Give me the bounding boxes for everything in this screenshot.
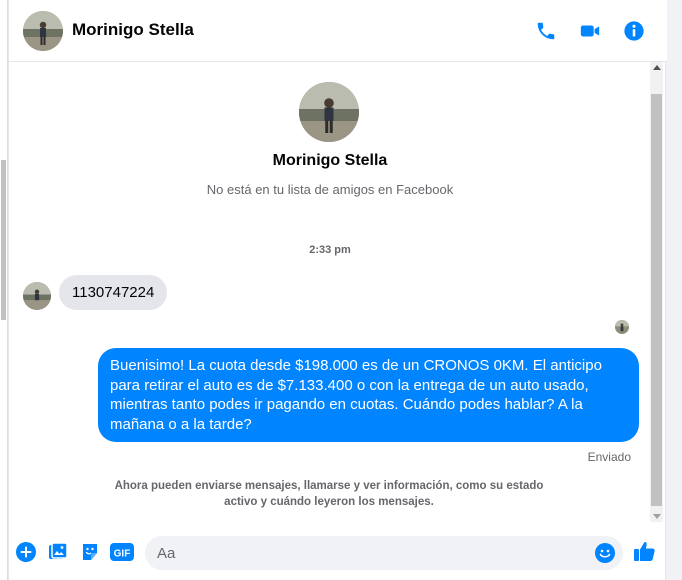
- message-input[interactable]: Aa: [145, 536, 623, 570]
- left-scrollbar[interactable]: [1, 160, 6, 320]
- chat-window: Morinigo Stella Morinigo Stella No está …: [8, 0, 667, 580]
- info-button[interactable]: [619, 16, 649, 46]
- emoji-icon[interactable]: [595, 543, 615, 563]
- more-actions-button[interactable]: [15, 541, 37, 563]
- profile-name[interactable]: Morinigo Stella: [9, 152, 651, 170]
- left-edge-panel: [0, 0, 8, 580]
- video-call-button[interactable]: [575, 16, 605, 46]
- delivery-status: Enviado: [587, 450, 631, 464]
- like-icon[interactable]: [633, 539, 657, 563]
- seen-indicator-avatar: [615, 320, 629, 334]
- message-list[interactable]: Morinigo Stella No está en tu lista de a…: [9, 62, 667, 524]
- privacy-notice: Ahora pueden enviarse mensajes, llamarse…: [114, 480, 544, 508]
- photo-icon: [49, 542, 68, 559]
- sticker-button[interactable]: [79, 541, 101, 563]
- contact-name[interactable]: Morinigo Stella: [72, 20, 194, 40]
- chat-header: Morinigo Stella: [9, 0, 667, 62]
- scroll-up-arrow[interactable]: [653, 65, 661, 70]
- contact-avatar[interactable]: [23, 11, 63, 51]
- phone-button[interactable]: [531, 16, 561, 46]
- message-scrollbar[interactable]: [650, 62, 663, 522]
- profile-avatar[interactable]: [299, 82, 359, 142]
- attach-photo-button[interactable]: [47, 541, 69, 563]
- message-timestamp: 2:33 pm: [309, 244, 351, 256]
- sticker-icon: [83, 544, 97, 560]
- gif-button[interactable]: GIF: [109, 541, 135, 563]
- friend-status-text: No está en tu lista de amigos en Faceboo…: [206, 182, 454, 197]
- scroll-thumb[interactable]: [651, 94, 662, 506]
- info-icon: [624, 21, 644, 41]
- composer-bar: GIF Aa: [9, 528, 667, 576]
- plus-icon: [16, 542, 36, 562]
- gif-label: GIF: [114, 549, 131, 560]
- sender-avatar[interactable]: [23, 282, 51, 310]
- outgoing-message-bubble[interactable]: Buenisimo! La cuota desde $198.000 es de…: [98, 348, 639, 442]
- gif-icon: GIF: [110, 543, 134, 561]
- video-icon: [580, 25, 600, 37]
- incoming-message-bubble[interactable]: 1130747224: [59, 275, 168, 310]
- scroll-down-arrow[interactable]: [653, 514, 661, 519]
- message-input-placeholder: Aa: [157, 544, 176, 562]
- phone-icon: [537, 22, 555, 40]
